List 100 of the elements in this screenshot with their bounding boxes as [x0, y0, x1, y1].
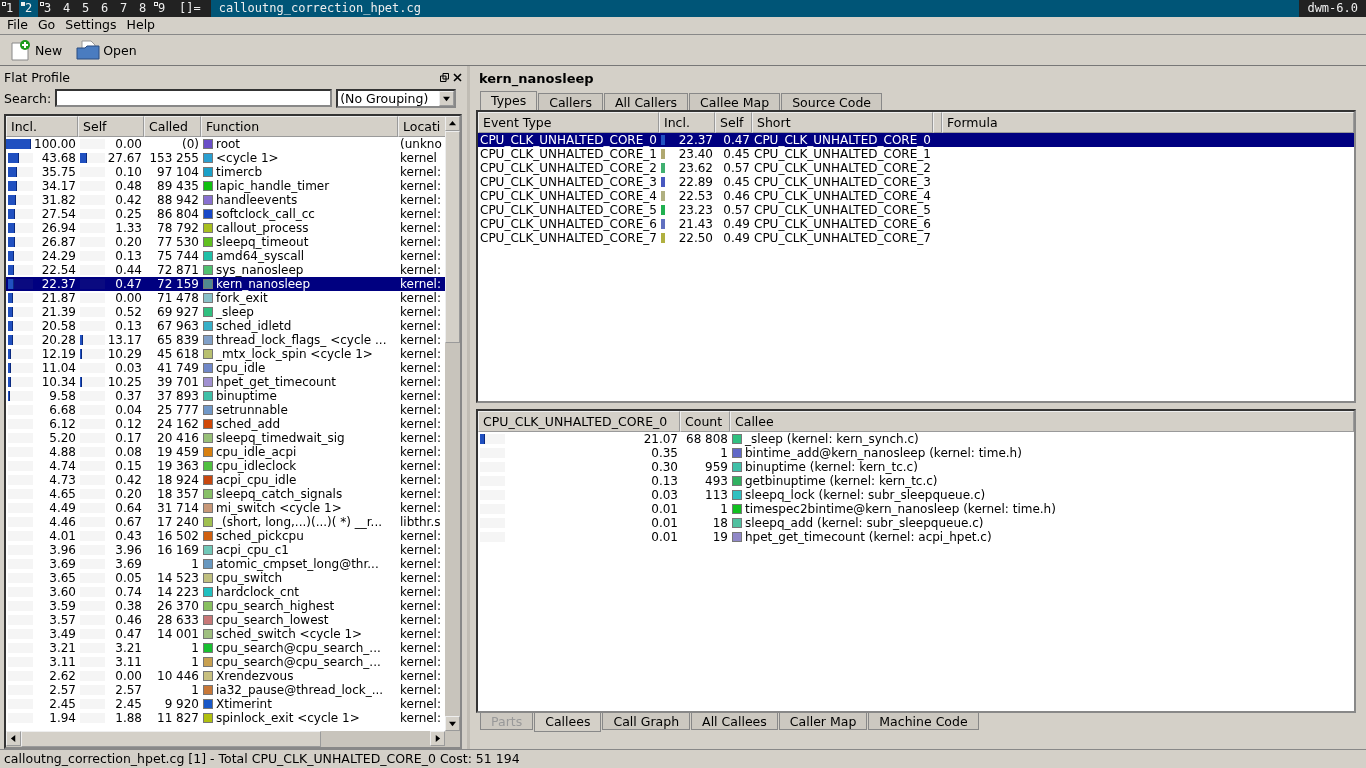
table-row[interactable]: 5.20 0.17 20 416 sleepq_timedwait_sig kernel:	[6, 431, 445, 445]
column-header[interactable]: Function	[201, 116, 398, 137]
table-row[interactable]: CPU_CLK_UNHALTED_CORE_3 22.89 0.45 CPU_CLK_UNHALTED_CORE_3	[478, 175, 1354, 189]
float-icon[interactable]	[440, 72, 449, 82]
table-cell: sched_pickcpu	[216, 529, 304, 543]
column-header[interactable]: Count	[680, 411, 730, 432]
table-row[interactable]: 3.11 3.11 1 cpu_search@cpu_search_... kernel:	[6, 655, 445, 669]
horizontal-scrollbar[interactable]	[6, 731, 460, 747]
table-row[interactable]: 21.07 68 808 _sleep (kernel: kern_synch.c)	[478, 432, 1354, 446]
table-row[interactable]: 0.01 1 timespec2bintime@kern_nanosleep (kernel: time.h)	[478, 502, 1354, 516]
table-row[interactable]: 4.74 0.15 19 363 cpu_idleclock kernel:	[6, 459, 445, 473]
table-row[interactable]: CPU_CLK_UNHALTED_CORE_1 23.40 0.45 CPU_CLK_UNHALTED_CORE_1	[478, 147, 1354, 161]
table-cell: 21.07	[643, 432, 678, 446]
table-row[interactable]: 0.30 959 binuptime (kernel: kern_tc.c)	[478, 460, 1354, 474]
table-row[interactable]: 2.62 0.00 10 446 Xrendezvous kernel:	[6, 669, 445, 683]
tab[interactable]: Callee Map	[689, 93, 781, 110]
table-row[interactable]: 21.39 0.52 69 927 _sleep kernel:	[6, 305, 445, 319]
table-row[interactable]: 43.68 27.67 153 255 <cycle 1> kernel	[6, 151, 445, 165]
table-row[interactable]: 0.01 19 hpet_get_timecount (kernel: acpi_hpet.c)	[478, 530, 1354, 544]
tab[interactable]: Callees	[534, 713, 602, 732]
column-header[interactable]: Self	[715, 112, 752, 133]
table-row[interactable]: 0.35 1 bintime_add@kern_nanosleep (kernel: time.h)	[478, 446, 1354, 460]
menu-item[interactable]: Settings	[60, 17, 122, 34]
table-row[interactable]: 4.49 0.64 31 714 mi_switch <cycle 1> kernel:	[6, 501, 445, 515]
table-row[interactable]: 3.69 3.69 1 atomic_cmpset_long@thr... kernel:	[6, 557, 445, 571]
table-row[interactable]: 6.12 0.12 24 162 sched_add kernel:	[6, 417, 445, 431]
table-row[interactable]: 0.01 18 sleepq_add (kernel: subr_sleepqueue.c)	[478, 516, 1354, 530]
table-row[interactable]: 26.94 1.33 78 792 callout_process kernel:	[6, 221, 445, 235]
table-row[interactable]: 35.75 0.10 97 104 timercb kernel:	[6, 165, 445, 179]
table-cell: 0.57	[723, 161, 750, 175]
table-row[interactable]: 6.68 0.04 25 777 setrunnable kernel:	[6, 403, 445, 417]
column-header[interactable]: Short	[752, 112, 933, 133]
close-icon[interactable]	[453, 72, 462, 82]
column-header[interactable]: Self	[78, 116, 144, 137]
tab[interactable]: All Callers	[603, 93, 689, 110]
menu-item[interactable]: Help	[121, 17, 161, 34]
table-row[interactable]: 10.34 10.25 39 701 hpet_get_timecount kernel:	[6, 375, 445, 389]
table-row[interactable]: 22.37 0.47 72 159 kern_nanosleep kernel:	[6, 277, 445, 291]
table-row[interactable]: 3.21 3.21 1 cpu_search@cpu_search_... kernel:	[6, 641, 445, 655]
table-row[interactable]: 20.28 13.17 65 839 thread_lock_flags_ <cycle ... kernel:	[6, 333, 445, 347]
table-row[interactable]: 4.01 0.43 16 502 sched_pickcpu kernel:	[6, 529, 445, 543]
table-row[interactable]: 4.46 0.67 17 240 _(short, long,...)(...)( *) __r... libthr.s	[6, 515, 445, 529]
workspace-tag[interactable]: 2	[19, 0, 38, 17]
table-row[interactable]: 4.88 0.08 19 459 cpu_idle_acpi kernel:	[6, 445, 445, 459]
tab[interactable]: All Callees	[691, 713, 778, 730]
table-row[interactable]: CPU_CLK_UNHALTED_CORE_6 21.43 0.49 CPU_CLK_UNHALTED_CORE_6	[478, 217, 1354, 231]
table-row[interactable]: 2.57 2.57 1 ia32_pause@thread_lock_... kernel:	[6, 683, 445, 697]
table-row[interactable]: CPU_CLK_UNHALTED_CORE_5 23.23 0.57 CPU_CLK_UNHALTED_CORE_5	[478, 203, 1354, 217]
tab[interactable]: Machine Code	[868, 713, 979, 730]
grouping-dropdown[interactable]: (No Grouping)	[336, 88, 457, 108]
column-header[interactable]: Incl.	[659, 112, 715, 133]
table-row[interactable]: 9.58 0.37 37 893 binuptime kernel:	[6, 389, 445, 403]
table-row[interactable]: 3.65 0.05 14 523 cpu_switch kernel:	[6, 571, 445, 585]
table-row[interactable]: 3.57 0.46 28 633 cpu_search_lowest kernel:	[6, 613, 445, 627]
table-row[interactable]: 3.49 0.47 14 001 sched_switch <cycle 1> kernel:	[6, 627, 445, 641]
tab[interactable]: Callers	[538, 93, 603, 110]
tab[interactable]: Source Code	[781, 93, 883, 110]
menu-item[interactable]: Go	[32, 17, 61, 34]
table-row[interactable]: 3.96 3.96 16 169 acpi_cpu_c1 kernel:	[6, 543, 445, 557]
table-row[interactable]: 20.58 0.13 67 963 sched_idletd kernel:	[6, 319, 445, 333]
table-row[interactable]: 3.60 0.74 14 223 hardclock_cnt kernel:	[6, 585, 445, 599]
table-row[interactable]: CPU_CLK_UNHALTED_CORE_7 22.50 0.49 CPU_CLK_UNHALTED_CORE_7	[478, 231, 1354, 245]
vertical-scrollbar[interactable]	[445, 116, 460, 731]
table-row[interactable]: 0.03 113 sleepq_lock (kernel: subr_sleepqueue.c)	[478, 488, 1354, 502]
table-row[interactable]: 24.29 0.13 75 744 amd64_syscall kernel:	[6, 249, 445, 263]
table-cell: 45 618	[157, 347, 199, 361]
column-header[interactable]: CPU_CLK_UNHALTED_CORE_0	[478, 411, 680, 432]
table-row[interactable]: 22.54 0.44 72 871 sys_nanosleep kernel:	[6, 263, 445, 277]
tab[interactable]: Caller Map	[778, 713, 868, 730]
table-row[interactable]: 27.54 0.25 86 804 softclock_call_cc kernel:	[6, 207, 445, 221]
table-row[interactable]: 4.73 0.42 18 924 acpi_cpu_idle kernel:	[6, 473, 445, 487]
table-row[interactable]: 2.45 2.45 9 920 Xtimerint kernel:	[6, 697, 445, 711]
table-row[interactable]: 3.59 0.38 26 370 cpu_search_highest kernel:	[6, 599, 445, 613]
table-cell: kernel:	[400, 571, 441, 585]
table-row[interactable]: CPU_CLK_UNHALTED_CORE_2 23.62 0.57 CPU_CLK_UNHALTED_CORE_2	[478, 161, 1354, 175]
table-cell: 20 416	[157, 431, 199, 445]
table-row[interactable]: 34.17 0.48 89 435 lapic_handle_timer kernel:	[6, 179, 445, 193]
column-header[interactable]: Called	[144, 116, 201, 137]
table-row[interactable]: 4.65 0.20 18 357 sleepq_catch_signals kernel:	[6, 487, 445, 501]
table-row[interactable]: 31.82 0.42 88 942 handleevents kernel:	[6, 193, 445, 207]
column-header[interactable]: Formula	[942, 112, 1354, 133]
menu-item[interactable]: File	[2, 17, 33, 34]
table-cell: 6.12	[49, 417, 76, 431]
table-row[interactable]: CPU_CLK_UNHALTED_CORE_4 22.53 0.46 CPU_CLK_UNHALTED_CORE_4	[478, 189, 1354, 203]
table-row[interactable]: 0.13 493 getbinuptime (kernel: kern_tc.c)	[478, 474, 1354, 488]
toolbar-button[interactable]: Open	[72, 37, 141, 63]
table-row[interactable]: 21.87 0.00 71 478 fork_exit kernel:	[6, 291, 445, 305]
search-field[interactable]	[55, 89, 333, 107]
column-header[interactable]: Event Type	[478, 112, 659, 133]
toolbar-button[interactable]: New	[6, 37, 67, 63]
tab[interactable]: Call Graph	[602, 713, 691, 730]
table-row[interactable]: CPU_CLK_UNHALTED_CORE_0 22.37 0.47 CPU_CLK_UNHALTED_CORE_0	[478, 133, 1354, 147]
table-row[interactable]: 26.87 0.20 77 530 sleepq_timeout kernel:	[6, 235, 445, 249]
column-header[interactable]: Incl.	[6, 116, 78, 137]
table-row[interactable]: 100.00 0.00 (0) root (unkno	[6, 137, 445, 151]
column-header[interactable]: Callee	[730, 411, 1354, 432]
table-row[interactable]: 11.04 0.03 41 749 cpu_idle kernel:	[6, 361, 445, 375]
table-row[interactable]: 1.94 1.88 11 827 spinlock_exit <cycle 1> kernel:	[6, 711, 445, 725]
tab[interactable]: Types	[480, 91, 538, 110]
table-row[interactable]: 12.19 10.29 45 618 _mtx_lock_spin <cycle 1> kernel:	[6, 347, 445, 361]
